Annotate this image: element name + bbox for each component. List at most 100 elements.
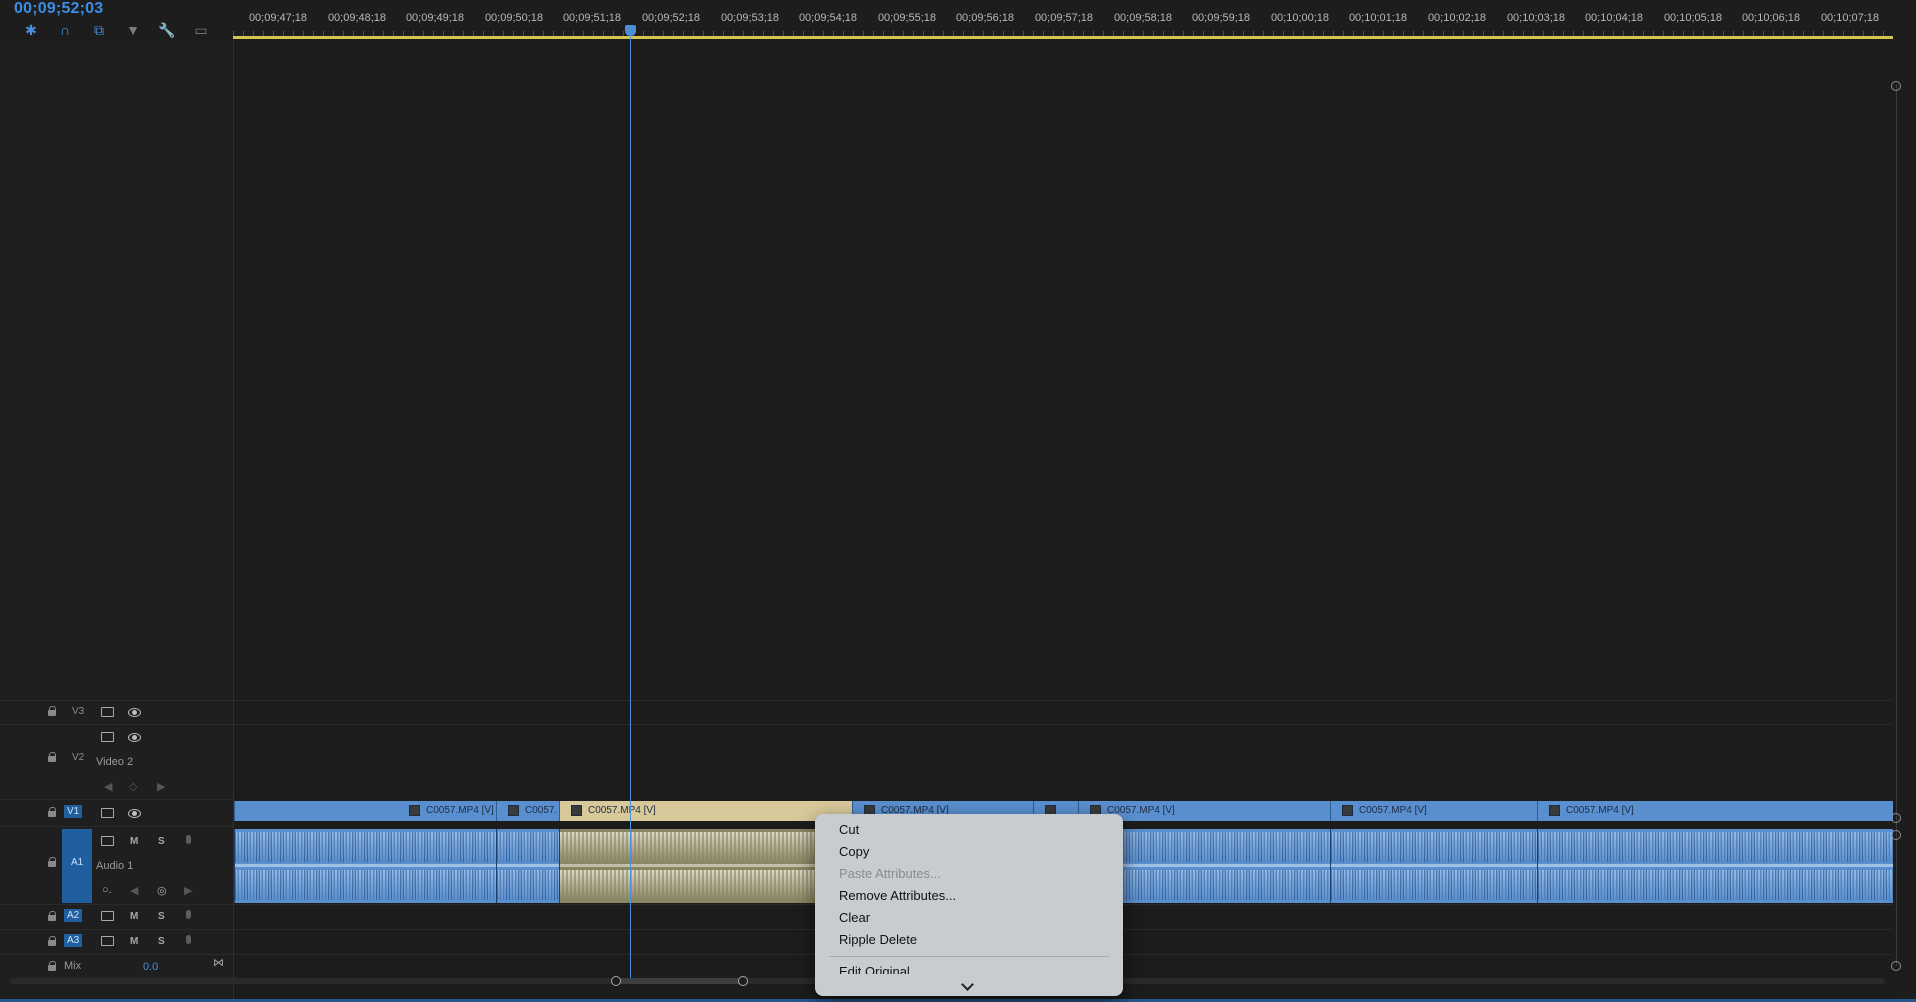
- sync-lock-icon[interactable]: [101, 808, 114, 818]
- eye-icon[interactable]: [128, 809, 141, 818]
- lock-icon[interactable]: [48, 857, 56, 867]
- fx-badge-icon: [1342, 805, 1353, 816]
- eye-icon[interactable]: [128, 733, 141, 742]
- ruler-label: 00;09;50;18: [484, 12, 544, 24]
- ruler-label: 00;09;53;18: [720, 12, 780, 24]
- zoom-scroll-thumb[interactable]: [615, 978, 743, 984]
- track-target-a3[interactable]: A3: [64, 934, 83, 947]
- mix-value[interactable]: 0.0: [143, 961, 158, 973]
- magnet-icon[interactable]: ∩: [48, 20, 82, 40]
- sync-lock-icon[interactable]: [101, 911, 114, 921]
- prev-keyframe-icon[interactable]: ◀: [104, 780, 112, 793]
- fit-to-track-icon[interactable]: ⋈: [213, 956, 224, 969]
- lock-icon[interactable]: [48, 911, 56, 921]
- menu-item-edit-original[interactable]: Edit Original: [839, 964, 910, 974]
- mic-icon[interactable]: [186, 835, 191, 844]
- audio-clip[interactable]: [234, 829, 496, 903]
- mute-button[interactable]: M: [130, 936, 138, 947]
- keyframe-toggle-icon[interactable]: ○.: [102, 884, 112, 896]
- lock-icon[interactable]: [48, 936, 56, 946]
- track-divider: [0, 826, 234, 827]
- eye-icon[interactable]: [128, 708, 141, 717]
- track-divider: [0, 799, 234, 800]
- video-clip[interactable]: C0057.MP4 [V]: [234, 801, 496, 821]
- lock-icon[interactable]: [48, 961, 56, 971]
- zoom-handle-left[interactable]: [611, 976, 621, 986]
- context-menu: Cut Copy Paste Attributes... Remove Attr…: [815, 814, 1123, 996]
- menu-item-clear[interactable]: Clear: [839, 910, 870, 925]
- waveform: [1538, 832, 1893, 862]
- video-clip-selected[interactable]: C0057.MP4 [V]: [559, 801, 852, 821]
- ruler-label: 00;09;47;18: [248, 12, 308, 24]
- linked-selection-icon[interactable]: ⧉: [82, 20, 116, 40]
- add-keyframe-icon[interactable]: ◇: [129, 780, 137, 793]
- sync-lock-icon[interactable]: [101, 732, 114, 742]
- chevron-down-icon[interactable]: [961, 978, 974, 991]
- mic-icon[interactable]: [186, 935, 191, 944]
- mute-button[interactable]: M: [130, 836, 138, 847]
- volume-line: [497, 864, 559, 867]
- track-divider: [0, 954, 234, 955]
- video-clip[interactable]: C0057.: [496, 801, 559, 821]
- lock-icon[interactable]: [48, 752, 56, 762]
- solo-button[interactable]: S: [158, 911, 165, 922]
- zoom-handle-right[interactable]: [738, 976, 748, 986]
- menu-item-cut[interactable]: Cut: [839, 822, 859, 837]
- timeline-toolbar: ✱ ∩ ⧉ ▼ 🔧 ▭: [14, 20, 218, 40]
- lock-icon[interactable]: [48, 706, 56, 716]
- audio-clip[interactable]: [1330, 829, 1537, 903]
- mix-label: Mix: [64, 960, 82, 972]
- video-clip[interactable]: C0057.MP4 [V]: [1330, 801, 1537, 821]
- menu-item-remove-attributes[interactable]: Remove Attributes...: [839, 888, 956, 903]
- scroll-handle[interactable]: [1891, 81, 1901, 91]
- volume-line: [235, 864, 496, 867]
- solo-button[interactable]: S: [158, 936, 165, 947]
- ruler-label: 00;09;58;18: [1113, 12, 1173, 24]
- sync-lock-icon[interactable]: [101, 707, 114, 717]
- lock-icon[interactable]: [48, 807, 56, 817]
- next-keyframe-icon[interactable]: ▶: [157, 780, 165, 793]
- scroll-handle[interactable]: [1891, 830, 1901, 840]
- volume-line: [1538, 864, 1893, 867]
- clip-label: C0057.MP4 [V]: [426, 805, 494, 816]
- sync-lock-icon[interactable]: [101, 936, 114, 946]
- track-target-v3[interactable]: V3: [69, 705, 87, 718]
- wrench-icon[interactable]: 🔧: [150, 20, 184, 40]
- waveform: [560, 832, 852, 862]
- track-divider: [0, 929, 234, 930]
- mute-button[interactable]: M: [130, 911, 138, 922]
- nest-icon[interactable]: ✱: [14, 20, 48, 40]
- ruler-label: 00;10;00;18: [1270, 12, 1330, 24]
- sync-lock-icon[interactable]: [101, 836, 114, 846]
- mic-icon[interactable]: [186, 910, 191, 919]
- solo-button[interactable]: S: [158, 836, 165, 847]
- clip-label: C0057.MP4 [V]: [1359, 805, 1427, 816]
- fx-badge-icon: [409, 805, 420, 816]
- playhead-line[interactable]: [630, 28, 631, 984]
- timecode-display[interactable]: 00;09;52;03: [14, 0, 103, 18]
- scroll-handle[interactable]: [1891, 961, 1901, 971]
- scroll-handle[interactable]: [1891, 813, 1901, 823]
- prev-keyframe-icon[interactable]: ◀: [130, 884, 138, 897]
- audio-clip-selected[interactable]: [559, 829, 852, 903]
- marker-icon[interactable]: ▼: [116, 20, 150, 40]
- ruler-label: 00;09;56;18: [955, 12, 1015, 24]
- ruler-label: 00;09;55;18: [877, 12, 937, 24]
- add-keyframe-icon[interactable]: ◎: [157, 884, 167, 897]
- ruler-label: 00;10;01;18: [1348, 12, 1408, 24]
- playhead-handle[interactable]: [625, 25, 636, 36]
- audio-clip[interactable]: [1537, 829, 1893, 903]
- ruler-label: 00;10;05;18: [1663, 12, 1723, 24]
- captions-icon[interactable]: ▭: [184, 20, 218, 40]
- menu-item-ripple-delete[interactable]: Ripple Delete: [839, 932, 917, 947]
- audio-clip[interactable]: [496, 829, 559, 903]
- work-area-bar[interactable]: [233, 36, 1893, 39]
- track-target-a2[interactable]: A2: [64, 909, 83, 922]
- next-keyframe-icon[interactable]: ▶: [184, 884, 192, 897]
- track-target-v2[interactable]: V2: [69, 751, 87, 764]
- track-target-v1[interactable]: V1: [64, 805, 83, 818]
- menu-item-copy[interactable]: Copy: [839, 844, 869, 859]
- track-target-a1[interactable]: A1: [68, 856, 86, 869]
- clip-label: C0057.MP4 [V]: [1566, 805, 1634, 816]
- video-clip[interactable]: C0057.MP4 [V]: [1537, 801, 1893, 821]
